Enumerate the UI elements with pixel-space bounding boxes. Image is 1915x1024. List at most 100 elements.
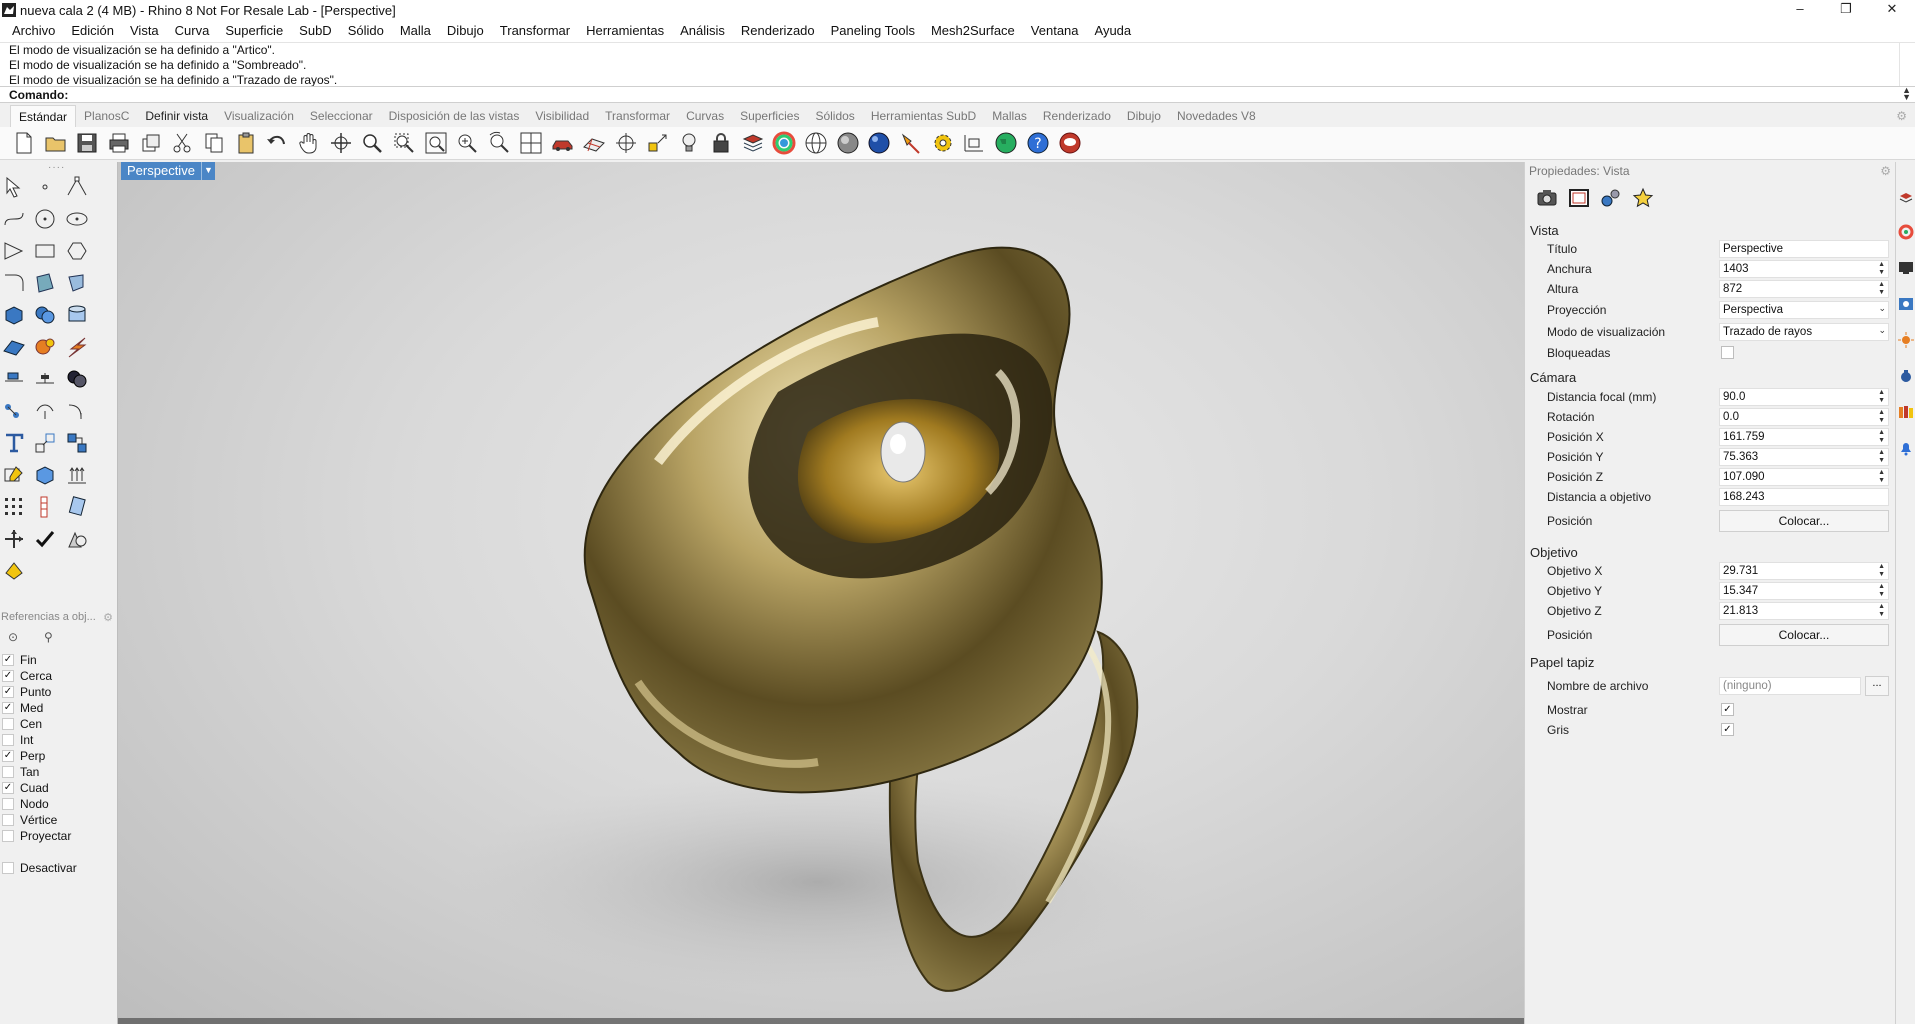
color-wheel-button[interactable] [769,129,801,157]
trim-button[interactable] [32,366,58,392]
osnap-target-icon[interactable]: ⊙ [8,630,26,646]
history-button[interactable] [32,494,58,520]
menu-dibujo[interactable]: Dibujo [439,20,492,42]
text-tool-button[interactable] [1,430,27,456]
tab-planosc[interactable]: PlanosC [76,105,137,127]
osnap-checkbox[interactable]: ✓ [2,782,14,794]
select-tool-button[interactable] [1,174,27,200]
arc-tool-button[interactable] [1,238,27,264]
paste-button[interactable] [230,129,262,157]
blend-curve-button[interactable] [64,398,90,424]
extrude-tool-button[interactable] [64,462,90,488]
circle-tool-button[interactable] [32,206,58,232]
tab-estandar[interactable]: Estándar [10,105,77,127]
cut-button[interactable] [166,129,198,157]
posicion-y-field[interactable]: 75.363 [1719,448,1889,466]
objetivo-y-field[interactable]: 15.347 [1719,582,1889,600]
palette-grip[interactable]: ···· [48,162,65,173]
help-button[interactable]: ? [1022,129,1054,157]
tab-seleccionar[interactable]: Seleccionar [302,105,381,127]
osnap-item-punto[interactable]: ✓ Punto [2,684,51,700]
tab-visualizacion[interactable]: Visualización [216,105,302,127]
spinner-icon[interactable]: ▲ ▼ [1878,429,1885,445]
osnap-checkbox[interactable]: ✓ [2,686,14,698]
close-button[interactable]: ✕ [1869,0,1915,20]
spinner-icon[interactable]: ▲ ▼ [1878,563,1885,579]
camara-colocar-button[interactable]: Colocar... [1719,510,1889,532]
rotacion-field[interactable]: 0.0 [1719,408,1889,426]
osnap-item-int[interactable]: Int [2,732,33,748]
anchura-field[interactable]: 1403 [1719,260,1889,278]
osnap-item-desactivar[interactable]: Desactivar [2,860,77,876]
menu-vista[interactable]: Vista [122,20,167,42]
lock-button[interactable] [705,129,737,157]
paste-surface-button[interactable] [64,494,90,520]
rectangle-tool-button[interactable] [32,238,58,264]
osnap-checkbox[interactable] [2,718,14,730]
display-panel-tab[interactable] [1898,224,1914,240]
viewport-layout-button[interactable] [515,129,547,157]
gumball-tool-button[interactable] [1,526,27,552]
menu-edicion[interactable]: Edición [63,20,122,42]
zoom-extents-button[interactable] [420,129,452,157]
minimize-button[interactable]: – [1777,0,1823,20]
tabs-gear-icon[interactable]: ⚙ [1896,109,1907,123]
polygon-tool-button[interactable] [64,238,90,264]
mesh-tool-button[interactable] [1,334,27,360]
posicion-z-field[interactable]: 107.090 [1719,468,1889,486]
rendered-sphere-button[interactable] [864,129,896,157]
materials-panel-tab[interactable] [1898,296,1914,312]
osnap-item-fin[interactable]: ✓ Fin [2,652,37,668]
solid-union-button[interactable] [32,302,58,328]
menu-analisis[interactable]: Análisis [672,20,733,42]
osnap-checkbox[interactable] [2,798,14,810]
tab-mallas[interactable]: Mallas [984,105,1035,127]
command-history[interactable]: El modo de visualización se ha definido … [0,42,1915,87]
open-file-button[interactable] [40,129,72,157]
split-button[interactable] [1,366,27,392]
named-views-button[interactable] [547,129,579,157]
menu-superficie[interactable]: Superficie [217,20,291,42]
control-points-button[interactable] [1,398,27,424]
layers-panel-tab[interactable] [1898,190,1914,206]
menu-malla[interactable]: Malla [392,20,439,42]
osnap-checkbox[interactable]: ✓ [2,654,14,666]
notifications-panel-tab[interactable] [1898,440,1914,456]
osnap-gear-icon[interactable]: ⚙ [103,611,113,624]
spinner-icon[interactable]: ▲ ▼ [1878,449,1885,465]
menu-renderizado[interactable]: Renderizado [733,20,823,42]
render-panel-tab[interactable] [1898,368,1914,384]
gris-checkbox[interactable]: ✓ [1721,723,1734,736]
osnap-item-perp[interactable]: ✓ Perp [2,748,45,764]
mostrar-checkbox[interactable]: ✓ [1721,703,1734,716]
options-button[interactable] [927,129,959,157]
ellipse-tool-button[interactable] [64,206,90,232]
edit-curve-button[interactable] [32,398,58,424]
titulo-field[interactable]: Perspective [1719,240,1889,258]
properties-tool-button[interactable] [1,558,27,584]
render-globe-button[interactable] [800,129,832,157]
osnap-item-med[interactable]: ✓ Med [2,700,43,716]
menu-mesh2surface[interactable]: Mesh2Surface [923,20,1023,42]
menu-subd[interactable]: SubD [291,20,340,42]
undo-button[interactable] [262,129,294,157]
zoom-window-button[interactable] [388,129,420,157]
viewport-menu-chevron-down-icon[interactable]: ▼ [200,162,215,180]
copy-button[interactable] [198,129,230,157]
layer-button[interactable] [737,129,769,157]
objetivo-colocar-button[interactable]: Colocar... [1719,624,1889,646]
viewport-tab[interactable]: Perspective ▼ [121,162,215,180]
box-edit-button[interactable] [32,462,58,488]
grid-snap-button[interactable] [1,494,27,520]
cplane-button[interactable] [578,129,610,157]
surface-tool-button[interactable] [32,270,58,296]
print-button[interactable] [103,129,135,157]
osnap-item-cerca[interactable]: ✓ Cerca [2,668,52,684]
tab-visibilidad[interactable]: Visibilidad [527,105,597,127]
osnap-item-cen[interactable]: Cen [2,716,42,732]
altura-field[interactable]: 872 [1719,280,1889,298]
tab-solidos[interactable]: Sólidos [807,105,862,127]
tab-view-camera[interactable] [1531,184,1563,212]
environment-panel-tab[interactable] [1898,404,1914,420]
osnap-checkbox[interactable] [2,862,14,874]
